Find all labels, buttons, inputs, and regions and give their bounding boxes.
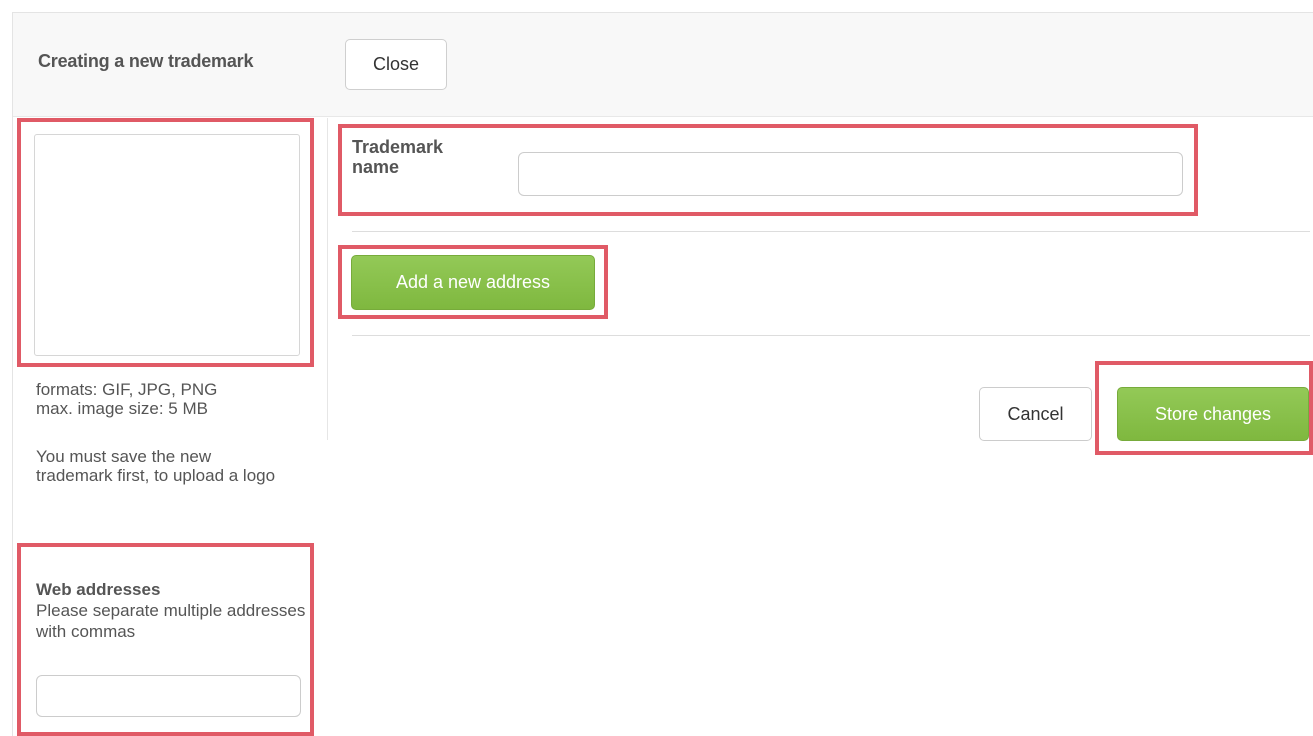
- logo-max-size-text: max. image size: 5 MB: [36, 399, 208, 418]
- trademark-name-input[interactable]: [518, 152, 1183, 196]
- add-address-button[interactable]: Add a new address: [351, 255, 595, 310]
- logo-format-info: formats: GIF, JPG, PNG max. image size: …: [36, 380, 316, 418]
- dialog-title: Creating a new trademark: [38, 51, 254, 71]
- section-divider-bottom: [352, 335, 1310, 336]
- logo-upload-area[interactable]: [34, 134, 300, 356]
- trademark-name-label: Trademark name: [352, 137, 444, 177]
- store-changes-button[interactable]: Store changes: [1117, 387, 1309, 441]
- logo-save-first-note: You must save the new trademark first, t…: [36, 447, 276, 485]
- web-addresses-input[interactable]: [36, 675, 301, 717]
- web-addresses-hint: Please separate multiple addresses with …: [36, 601, 306, 641]
- close-button[interactable]: Close: [345, 39, 447, 90]
- logo-formats-text: formats: GIF, JPG, PNG: [36, 380, 218, 399]
- section-divider-top: [352, 231, 1310, 232]
- vertical-divider: [327, 118, 328, 440]
- web-addresses-title: Web addresses: [36, 580, 161, 599]
- cancel-button[interactable]: Cancel: [979, 387, 1092, 441]
